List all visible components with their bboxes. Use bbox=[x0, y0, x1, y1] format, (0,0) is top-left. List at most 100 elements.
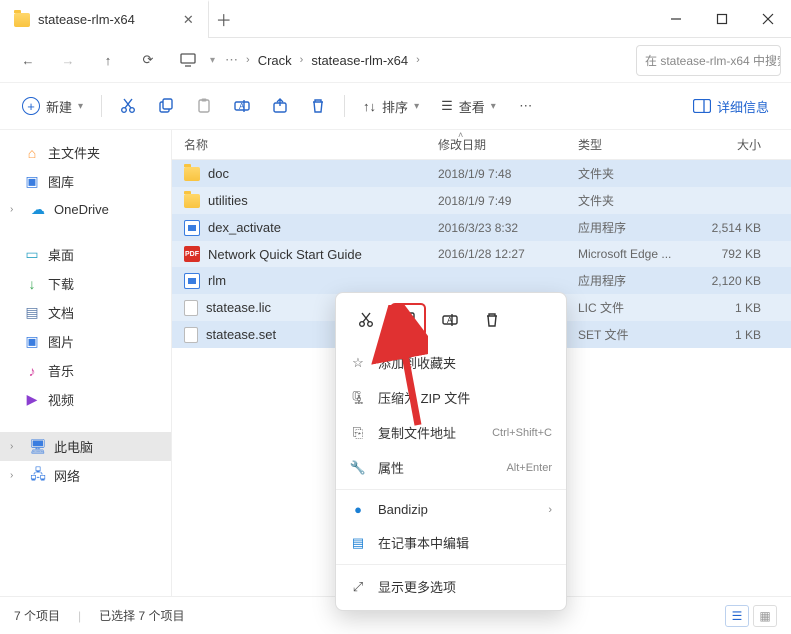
table-row[interactable]: PDFNetwork Quick Start Guide2016/1/28 12… bbox=[172, 241, 791, 267]
sort-button[interactable]: ↑↓ 排序 ▾ bbox=[353, 91, 429, 122]
more-button[interactable]: ⋯ bbox=[508, 90, 544, 122]
breadcrumb-item[interactable]: Crack bbox=[258, 53, 292, 68]
paste-button[interactable] bbox=[186, 90, 222, 122]
chevron-right-icon[interactable]: › bbox=[10, 204, 22, 215]
new-tab-button[interactable]: ＋ bbox=[209, 7, 239, 31]
table-row[interactable]: utilities2018/1/9 7:49文件夹 bbox=[172, 187, 791, 214]
view-list-button[interactable]: ☰ bbox=[725, 605, 749, 627]
sidebar-thispc[interactable]: ›🖥此电脑 bbox=[0, 432, 171, 461]
table-row[interactable]: rlm应用程序2,120 KB bbox=[172, 267, 791, 294]
col-size[interactable]: 大小 bbox=[698, 136, 779, 153]
download-icon: ↓ bbox=[24, 276, 40, 292]
column-headers: ˄ 名称 修改日期 类型 大小 bbox=[172, 130, 791, 160]
view-button[interactable]: ☰ 查看 ▾ bbox=[431, 91, 506, 122]
details-pane-button[interactable]: 详细信息 bbox=[683, 91, 779, 122]
file-date: 2016/3/23 8:32 bbox=[438, 221, 578, 235]
view-grid-button[interactable]: ▦ bbox=[753, 605, 777, 627]
sidebar-documents[interactable]: ▤文档 bbox=[0, 298, 171, 327]
cm-bandizip[interactable]: ●Bandizip› bbox=[336, 494, 566, 525]
pc-icon[interactable] bbox=[170, 44, 206, 76]
cm-add-favorite[interactable]: ☆添加到收藏夹 bbox=[336, 345, 566, 380]
sort-indicator-icon: ˄ bbox=[458, 130, 463, 140]
pictures-icon: ▣ bbox=[24, 334, 40, 350]
sidebar-onedrive[interactable]: ›☁OneDrive bbox=[0, 196, 171, 222]
minimize-button[interactable] bbox=[653, 0, 699, 38]
share-button[interactable] bbox=[262, 90, 298, 122]
sort-label: 排序 bbox=[382, 97, 408, 116]
file-name: rlm bbox=[208, 273, 226, 288]
file-size: 2,514 KB bbox=[698, 221, 779, 235]
up-button[interactable]: ↑ bbox=[90, 44, 126, 76]
file-icon bbox=[184, 300, 198, 316]
cm-copy-button[interactable] bbox=[390, 303, 426, 337]
close-tab-icon[interactable]: ✕ bbox=[183, 12, 194, 28]
file-type: 文件夹 bbox=[578, 192, 698, 209]
file-size: 1 KB bbox=[698, 328, 779, 342]
sidebar-videos[interactable]: ▶视频 bbox=[0, 385, 171, 414]
sidebar-desktop[interactable]: ▭桌面 bbox=[0, 240, 171, 269]
table-row[interactable]: doc2018/1/9 7:48文件夹 bbox=[172, 160, 791, 187]
tab-current[interactable]: statease-rlm-x64 ✕ bbox=[0, 0, 209, 38]
cm-compress-zip[interactable]: 🗜压缩为 ZIP 文件 bbox=[336, 380, 566, 415]
maximize-button[interactable] bbox=[699, 0, 745, 38]
breadcrumb-item[interactable]: statease-rlm-x64 bbox=[311, 53, 408, 68]
table-row[interactable]: dex_activate2016/3/23 8:32应用程序2,514 KB bbox=[172, 214, 791, 241]
search-input[interactable]: 在 statease-rlm-x64 中搜索 bbox=[636, 45, 781, 76]
expand-icon: ⤢ bbox=[350, 579, 366, 595]
cm-cut-button[interactable] bbox=[348, 303, 384, 337]
sidebar-gallery[interactable]: ▣图库 bbox=[0, 167, 171, 196]
forward-button[interactable]: → bbox=[50, 44, 86, 76]
rename-button[interactable]: A bbox=[224, 90, 260, 122]
bandizip-icon: ● bbox=[350, 502, 366, 517]
titlebar: statease-rlm-x64 ✕ ＋ bbox=[0, 0, 791, 38]
sidebar-music[interactable]: ♪音乐 bbox=[0, 356, 171, 385]
file-date: 2018/1/9 7:49 bbox=[438, 194, 578, 208]
cm-copy-path[interactable]: ⎘复制文件地址Ctrl+Shift+C bbox=[336, 415, 566, 450]
col-type[interactable]: 类型 bbox=[578, 136, 698, 153]
tab-title: statease-rlm-x64 bbox=[38, 12, 135, 27]
cm-delete-button[interactable] bbox=[474, 303, 510, 337]
cm-notepad-edit[interactable]: ▤在记事本中编辑 bbox=[336, 525, 566, 560]
view-icon: ☰ bbox=[441, 98, 453, 114]
file-date: 2018/1/9 7:48 bbox=[438, 167, 578, 181]
close-window-button[interactable] bbox=[745, 0, 791, 38]
delete-button[interactable] bbox=[300, 90, 336, 122]
pc-icon: 🖥 bbox=[30, 439, 46, 455]
zip-icon: 🗜 bbox=[350, 390, 366, 406]
context-menu: A ☆添加到收藏夹 🗜压缩为 ZIP 文件 ⎘复制文件地址Ctrl+Shift+… bbox=[335, 292, 567, 611]
file-icon bbox=[184, 327, 198, 343]
chevron-right-icon: › bbox=[416, 54, 420, 66]
sidebar-network[interactable]: ›🖧网络 bbox=[0, 461, 171, 490]
refresh-button[interactable]: ⟳ bbox=[130, 44, 166, 76]
file-type: SET 文件 bbox=[578, 326, 698, 343]
cloud-icon: ☁ bbox=[30, 201, 46, 217]
network-icon: 🖧 bbox=[30, 468, 46, 484]
file-type: 应用程序 bbox=[578, 219, 698, 236]
status-count: 7 个项目 bbox=[14, 607, 60, 624]
status-selected: 已选择 7 个项目 bbox=[99, 607, 184, 624]
cm-rename-button[interactable]: A bbox=[432, 303, 468, 337]
cm-show-more[interactable]: ⤢显示更多选项 bbox=[336, 569, 566, 604]
sidebar-pictures[interactable]: ▣图片 bbox=[0, 327, 171, 356]
notepad-icon: ▤ bbox=[350, 535, 366, 551]
cut-button[interactable] bbox=[110, 90, 146, 122]
back-button[interactable]: ← bbox=[10, 44, 46, 76]
chevron-right-icon[interactable]: › bbox=[10, 470, 22, 481]
chevron-right-icon[interactable]: › bbox=[10, 441, 22, 452]
sort-icon: ↑↓ bbox=[363, 99, 376, 114]
col-name[interactable]: 名称 bbox=[184, 136, 438, 153]
copy-button[interactable] bbox=[148, 90, 184, 122]
navbar: ← → ↑ ⟳ ▾ ⋯ › Crack › statease-rlm-x64 ›… bbox=[0, 38, 791, 82]
chevron-right-icon: › bbox=[246, 54, 250, 66]
file-size: 1 KB bbox=[698, 301, 779, 315]
sidebar-home[interactable]: ⌂主文件夹 bbox=[0, 138, 171, 167]
cm-properties[interactable]: 🔧属性Alt+Enter bbox=[336, 450, 566, 485]
breadcrumb: ⋯ › Crack › statease-rlm-x64 › bbox=[219, 52, 632, 68]
sidebar-downloads[interactable]: ↓下载 bbox=[0, 269, 171, 298]
file-name: statease.set bbox=[206, 327, 276, 342]
plus-icon: + bbox=[22, 97, 40, 115]
path-icon: ⎘ bbox=[350, 425, 366, 441]
new-button[interactable]: + 新建 ▾ bbox=[12, 91, 93, 122]
window-controls bbox=[653, 0, 791, 38]
video-icon: ▶ bbox=[24, 392, 40, 408]
